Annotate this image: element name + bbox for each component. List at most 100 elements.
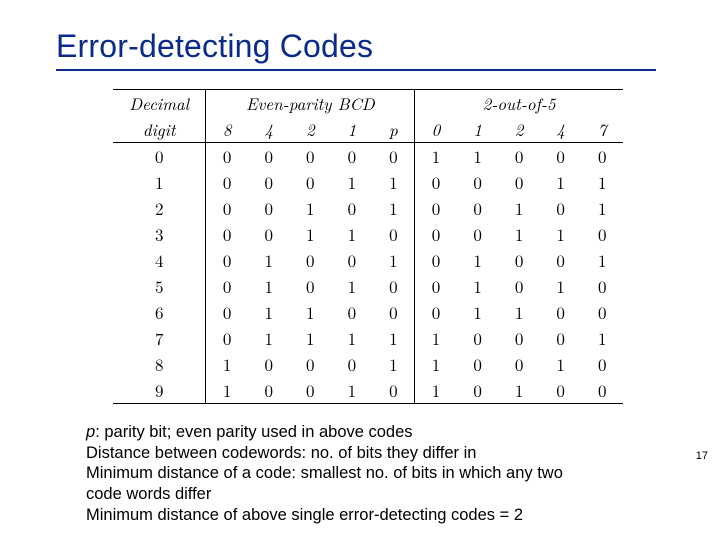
cell-2of5: 0 <box>415 221 457 247</box>
hdr-5-7: 7 <box>581 116 623 143</box>
hdr-bcd-8: 8 <box>206 116 248 143</box>
cell-2of5: 0 <box>498 273 540 299</box>
table-row: 20010100101 <box>113 195 623 221</box>
cell-decimal: 7 <box>113 325 206 351</box>
cell-2of5: 1 <box>540 221 582 247</box>
cell-bcd: 0 <box>248 195 290 221</box>
cell-2of5: 0 <box>540 195 582 221</box>
cell-2of5: 1 <box>457 299 499 325</box>
cell-parity: 0 <box>373 273 415 299</box>
cell-decimal: 2 <box>113 195 206 221</box>
cell-2of5: 0 <box>581 221 623 247</box>
cell-2of5: 0 <box>457 351 499 377</box>
cell-parity: 1 <box>373 325 415 351</box>
slide-title: Error-detecting Codes <box>56 28 680 65</box>
cell-2of5: 0 <box>498 169 540 195</box>
cell-parity: 0 <box>373 143 415 170</box>
cell-decimal: 5 <box>113 273 206 299</box>
hdr-5-4: 4 <box>540 116 582 143</box>
table-row: 70111110001 <box>113 325 623 351</box>
cell-2of5: 0 <box>415 195 457 221</box>
cell-bcd: 1 <box>248 299 290 325</box>
cell-bcd: 1 <box>290 325 332 351</box>
cell-bcd: 1 <box>331 377 373 404</box>
cell-bcd: 0 <box>206 247 248 273</box>
cell-decimal: 1 <box>113 169 206 195</box>
table-row: 10001100011 <box>113 169 623 195</box>
cell-bcd: 1 <box>290 195 332 221</box>
note-line-1-rest: : parity bit; even parity used in above … <box>95 423 412 441</box>
cell-2of5: 1 <box>457 273 499 299</box>
cell-2of5: 0 <box>540 299 582 325</box>
cell-bcd: 0 <box>331 195 373 221</box>
cell-2of5: 0 <box>457 169 499 195</box>
cell-decimal: 3 <box>113 221 206 247</box>
table-row: 00000011000 <box>113 143 623 170</box>
cell-2of5: 1 <box>415 143 457 170</box>
table-row: 81000110010 <box>113 351 623 377</box>
cell-bcd: 0 <box>206 169 248 195</box>
cell-bcd: 1 <box>331 169 373 195</box>
cell-2of5: 1 <box>581 169 623 195</box>
hdr-bcd-1: 1 <box>331 116 373 143</box>
cell-2of5: 1 <box>457 247 499 273</box>
hdr-digit: digit <box>113 116 206 143</box>
cell-2of5: 1 <box>498 221 540 247</box>
cell-decimal: 0 <box>113 143 206 170</box>
cell-2of5: 0 <box>581 299 623 325</box>
cell-bcd: 1 <box>248 325 290 351</box>
title-rule <box>56 69 656 71</box>
cell-bcd: 0 <box>290 247 332 273</box>
cell-2of5: 1 <box>498 195 540 221</box>
cell-parity: 1 <box>373 169 415 195</box>
cell-2of5: 1 <box>581 195 623 221</box>
cell-bcd: 0 <box>331 299 373 325</box>
hdr-5-1: 1 <box>457 116 499 143</box>
note-line-3b: code words differ <box>86 484 630 505</box>
table-header-row-1: Decimal Even-parity BCD 2-out-of-5 <box>113 90 623 117</box>
cell-2of5: 0 <box>498 351 540 377</box>
cell-2of5: 1 <box>540 351 582 377</box>
cell-bcd: 1 <box>290 221 332 247</box>
cell-bcd: 0 <box>290 169 332 195</box>
page-number: 17 <box>696 450 708 462</box>
cell-bcd: 1 <box>248 273 290 299</box>
cell-2of5: 0 <box>457 195 499 221</box>
cell-parity: 0 <box>373 221 415 247</box>
cell-2of5: 0 <box>540 325 582 351</box>
slide: Error-detecting Codes Decimal Even-parit… <box>0 0 720 540</box>
cell-bcd: 0 <box>331 351 373 377</box>
note-line-2: Distance between codewords: no. of bits … <box>86 443 630 464</box>
cell-decimal: 6 <box>113 299 206 325</box>
cell-bcd: 1 <box>331 221 373 247</box>
cell-bcd: 0 <box>206 273 248 299</box>
cell-2of5: 0 <box>415 247 457 273</box>
hdr-5-2: 2 <box>498 116 540 143</box>
cell-2of5: 1 <box>498 299 540 325</box>
hdr-decimal: Decimal <box>113 90 206 117</box>
table-row: 91001010100 <box>113 377 623 404</box>
cell-2of5: 0 <box>457 377 499 404</box>
cell-2of5: 1 <box>540 169 582 195</box>
cell-parity: 0 <box>373 377 415 404</box>
cell-decimal: 4 <box>113 247 206 273</box>
cell-2of5: 0 <box>415 273 457 299</box>
cell-2of5: 0 <box>581 377 623 404</box>
cell-bcd: 0 <box>206 195 248 221</box>
cell-2of5: 1 <box>415 351 457 377</box>
cell-bcd: 1 <box>206 377 248 404</box>
cell-2of5: 1 <box>415 377 457 404</box>
table-row: 30011000110 <box>113 221 623 247</box>
codes-table-wrap: Decimal Even-parity BCD 2-out-of-5 digit… <box>113 89 623 404</box>
cell-2of5: 0 <box>415 169 457 195</box>
cell-bcd: 0 <box>290 143 332 170</box>
cell-2of5: 0 <box>540 143 582 170</box>
table-row: 50101001010 <box>113 273 623 299</box>
cell-bcd: 0 <box>206 325 248 351</box>
cell-bcd: 0 <box>248 143 290 170</box>
cell-decimal: 8 <box>113 351 206 377</box>
hdr-even-parity: Even-parity BCD <box>206 90 415 117</box>
cell-bcd: 1 <box>206 351 248 377</box>
cell-decimal: 9 <box>113 377 206 404</box>
cell-2of5: 0 <box>581 143 623 170</box>
